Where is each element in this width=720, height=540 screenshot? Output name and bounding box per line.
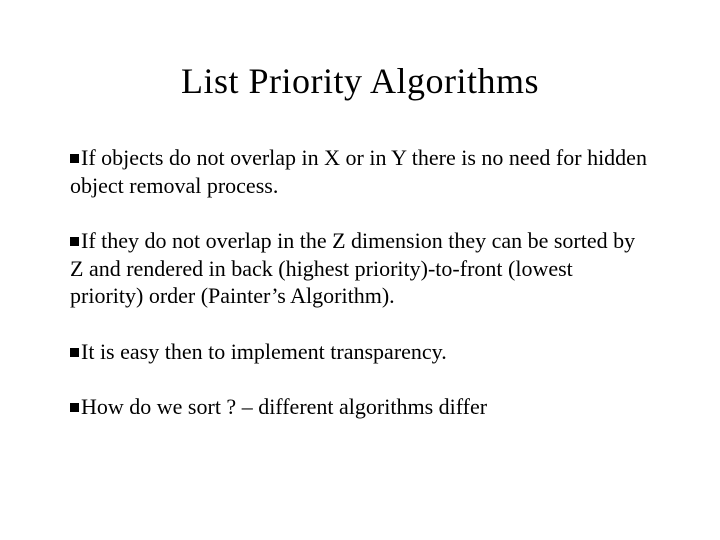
bullet-text: If objects do not overlap in X or in Y t… — [70, 145, 647, 198]
bullet-item: How do we sort ? – different algorithms … — [70, 393, 650, 421]
bullet-text: It is easy then to implement transparenc… — [81, 339, 447, 364]
bullet-item: If objects do not overlap in X or in Y t… — [70, 144, 650, 199]
bullet-icon — [70, 403, 79, 412]
bullet-text: If they do not overlap in the Z dimensio… — [70, 228, 635, 308]
bullet-icon — [70, 348, 79, 357]
bullet-item: If they do not overlap in the Z dimensio… — [70, 227, 650, 310]
slide-title: List Priority Algorithms — [70, 60, 650, 102]
bullet-icon — [70, 237, 79, 246]
bullet-text: How do we sort ? – different algorithms … — [81, 394, 487, 419]
bullet-item: It is easy then to implement transparenc… — [70, 338, 650, 366]
bullet-icon — [70, 154, 79, 163]
